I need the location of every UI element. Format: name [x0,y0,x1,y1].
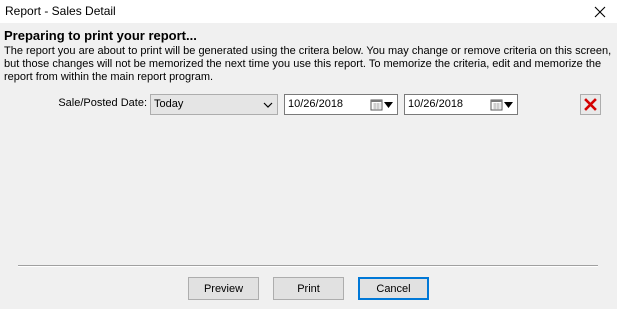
preview-button[interactable]: Preview [188,277,259,300]
calendar-icon [490,99,503,110]
start-date-calendar-button[interactable] [370,97,394,112]
end-date-calendar-button[interactable] [490,97,514,112]
title-bar: Report - Sales Detail [0,0,617,23]
print-button[interactable]: Print [273,277,344,300]
sale-posted-date-label: Sale/Posted Date: [58,97,147,109]
date-range-select[interactable]: Today [150,94,278,115]
close-icon [594,6,606,17]
page-heading: Preparing to print your report... [4,28,197,43]
remove-criteria-button[interactable] [580,94,601,115]
calendar-icon [370,99,383,110]
chevron-down-icon [263,102,273,108]
start-date-field[interactable]: 10/26/2018 [284,94,398,115]
red-x-icon [584,98,597,111]
chevron-down-icon [504,101,513,108]
window-title: Report - Sales Detail [5,4,116,18]
chevron-down-icon [384,101,393,108]
start-date-value: 10/26/2018 [288,98,344,110]
cancel-button[interactable]: Cancel [358,277,429,300]
divider [18,265,598,267]
close-button[interactable] [583,0,617,23]
end-date-field[interactable]: 10/26/2018 [404,94,518,115]
date-range-value: Today [154,98,184,110]
description-text: The report you are about to print will b… [4,45,612,83]
end-date-value: 10/26/2018 [408,98,464,110]
